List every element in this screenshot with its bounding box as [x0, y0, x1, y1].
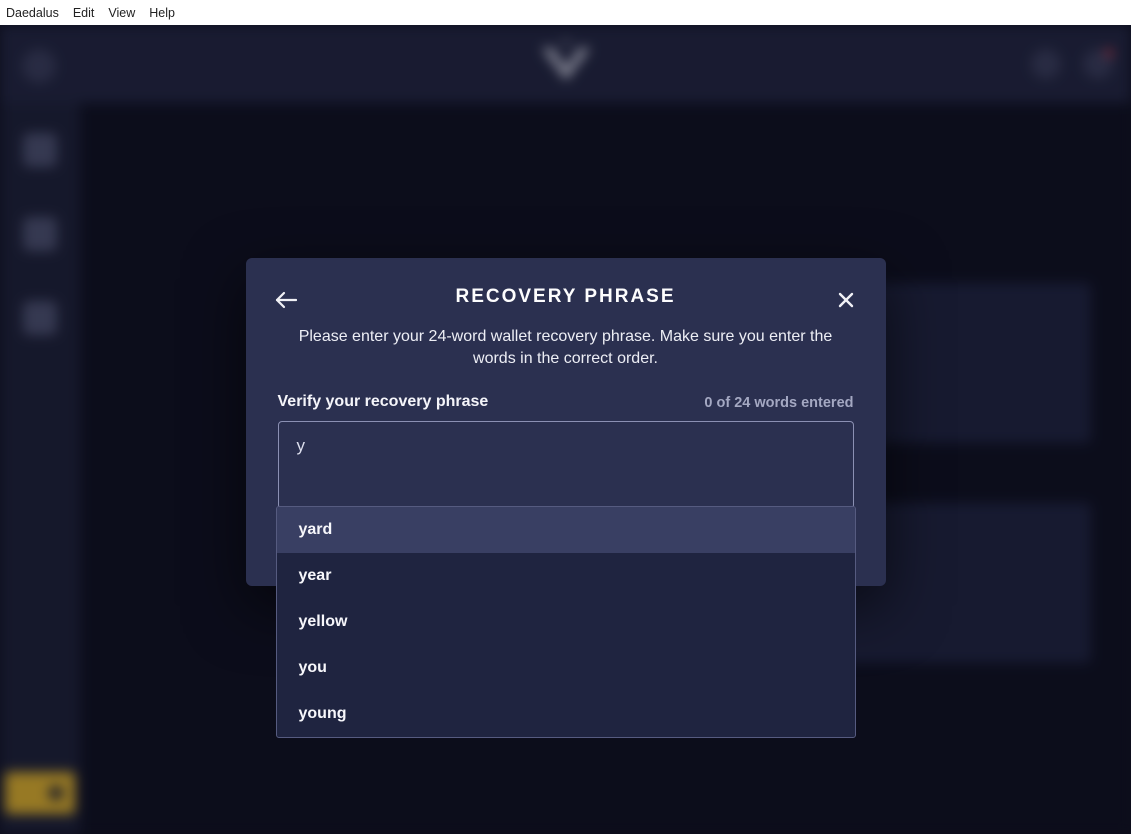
menu-item-view[interactable]: View [108, 6, 135, 20]
close-button[interactable] [832, 286, 860, 314]
menubar: Daedalus Edit View Help [0, 0, 1131, 25]
menu-item-help[interactable]: Help [149, 6, 175, 20]
modal-description: Please enter your 24-word wallet recover… [296, 326, 836, 371]
modal-title: RECOVERY PHRASE [455, 286, 675, 308]
suggestion-item[interactable]: yard [277, 507, 855, 553]
verify-label: Verify your recovery phrase [278, 393, 489, 411]
menu-item-edit[interactable]: Edit [73, 6, 95, 20]
suggestion-dropdown: yard year yellow you young [276, 506, 856, 738]
words-entered-count: 0 of 24 words entered [704, 395, 853, 411]
suggestion-item[interactable]: you [277, 645, 855, 691]
back-button[interactable] [272, 286, 300, 314]
menu-item-app[interactable]: Daedalus [6, 6, 59, 20]
suggestion-item[interactable]: year [277, 553, 855, 599]
suggestion-item[interactable]: yellow [277, 599, 855, 645]
recovery-phrase-input[interactable] [278, 421, 854, 509]
suggestion-item[interactable]: young [277, 691, 855, 737]
